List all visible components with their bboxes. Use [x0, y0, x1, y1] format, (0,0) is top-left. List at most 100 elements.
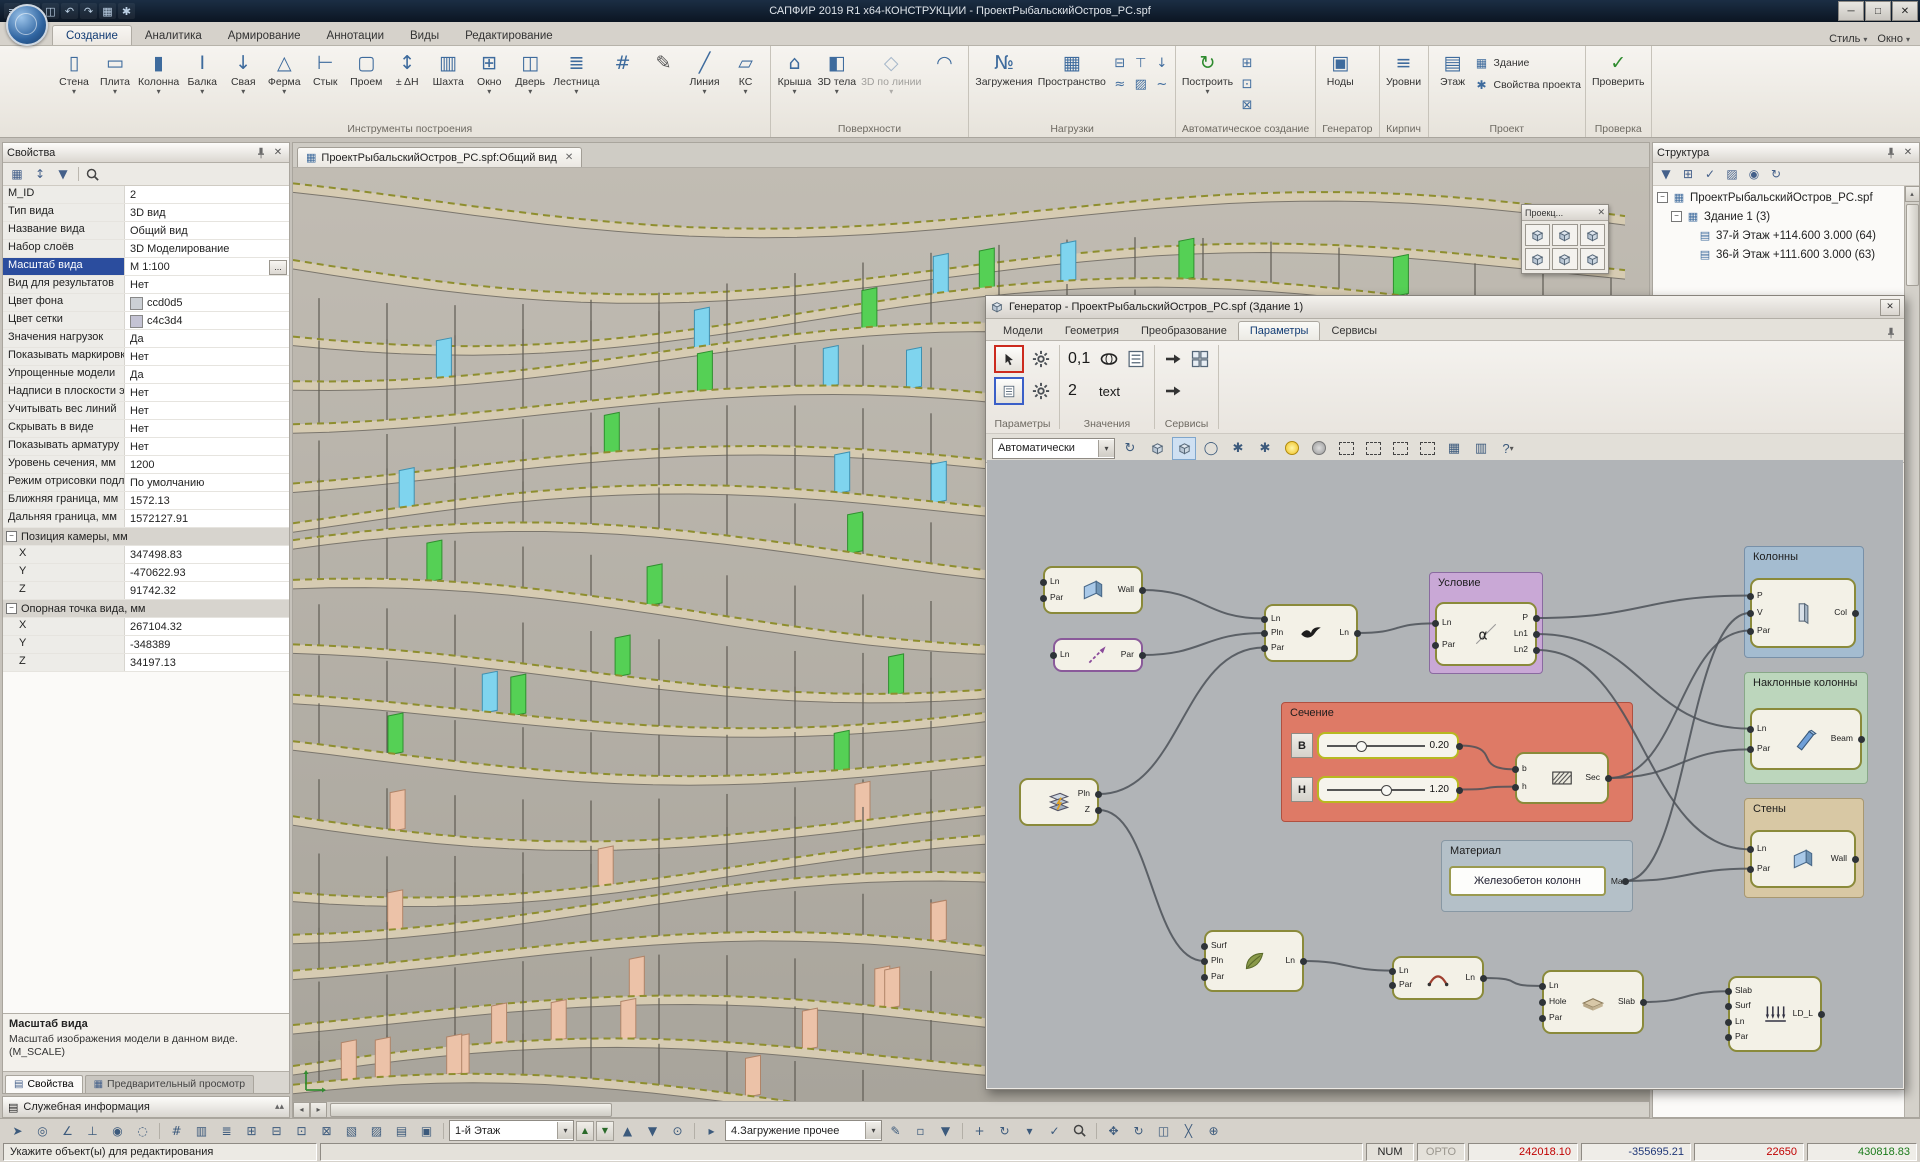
property-value[interactable]: 1572127.91: [125, 510, 289, 527]
ribbon-button-Здание[interactable]: ▦Здание: [1474, 53, 1581, 72]
ribbon-button-grid-icon[interactable]: #: [603, 48, 643, 76]
ribbon-button-Проверить[interactable]: ✓Проверить: [1590, 48, 1647, 88]
ribbon-tab-3[interactable]: Армирование: [215, 26, 314, 45]
ribbon-button-Шахта[interactable]: ▥Шахта: [428, 48, 468, 88]
output-port[interactable]: [1095, 791, 1102, 798]
ribbon-button-Ферма[interactable]: △Ферма▾: [264, 48, 304, 96]
output-port[interactable]: [1533, 615, 1540, 622]
chevron-down-icon[interactable]: ▾: [865, 1122, 881, 1139]
property-value[interactable]: 3D вид: [125, 204, 289, 221]
material-node[interactable]: Железобетон колоннMat: [1449, 866, 1625, 896]
ribbon-button-± ΔH[interactable]: ↕± ΔH: [387, 48, 427, 88]
property-row[interactable]: Дальняя граница, мм1572127.91: [3, 510, 289, 528]
box4-icon[interactable]: ⊠: [315, 1120, 338, 1142]
service-info-bar[interactable]: ▤ Служебная информация ▴▴: [2, 1096, 290, 1118]
lock-icon[interactable]: ⊙: [666, 1120, 689, 1142]
pin-icon[interactable]: [254, 146, 268, 159]
property-value[interactable]: Нет: [125, 420, 289, 437]
property-value[interactable]: ccd0d5: [125, 294, 289, 311]
output-port[interactable]: [1605, 775, 1612, 782]
tree-item[interactable]: ▤37-й Этаж +114.600 3.000 (64): [1653, 226, 1904, 245]
close-icon[interactable]: ✕: [565, 152, 573, 163]
output-port[interactable]: [1354, 630, 1361, 637]
property-value[interactable]: М 1:100...: [125, 258, 289, 275]
search-icon[interactable]: [84, 166, 101, 183]
ribbon-button-Дверь[interactable]: ◫Дверь▾: [510, 48, 550, 96]
select-window-icon[interactable]: [1334, 437, 1358, 460]
close-button[interactable]: ✕: [1892, 1, 1918, 21]
gear-icon[interactable]: [1031, 381, 1051, 401]
projection-view-icon[interactable]: [1580, 248, 1605, 270]
ribbon-button-КС[interactable]: ▱КС▾: [726, 48, 766, 96]
water-icon[interactable]: ~: [1151, 73, 1173, 95]
scroll-up-icon[interactable]: ▴: [1905, 186, 1920, 202]
input-port[interactable]: [1747, 726, 1754, 733]
structure-vscrollbar[interactable]: ▴: [1904, 186, 1919, 1117]
property-value[interactable]: 3D Моделирование: [125, 240, 289, 257]
generator-tab-geometry[interactable]: Геометрия: [1054, 322, 1130, 340]
redo-icon[interactable]: ↷: [80, 3, 97, 19]
ribbon-button-Ноды[interactable]: ▣Ноды: [1320, 48, 1360, 88]
output-port[interactable]: [1300, 958, 1307, 965]
ribbon-button-Проем[interactable]: ▢Проем: [346, 48, 386, 88]
output-port[interactable]: [1852, 856, 1859, 863]
material-value[interactable]: Железобетон колонн: [1449, 866, 1606, 896]
input-port[interactable]: [1512, 784, 1519, 791]
property-row[interactable]: Z91742.32: [3, 582, 289, 600]
ribbon-button-Уровни[interactable]: ≡Уровни: [1384, 48, 1424, 88]
generator-tab-parameters[interactable]: Параметры: [1238, 321, 1321, 340]
collapse-icon[interactable]: ▴▴: [275, 1102, 284, 1112]
settings-icon[interactable]: ✱: [118, 3, 135, 19]
property-row[interactable]: X267104.32: [3, 618, 289, 636]
generator-tab-transform[interactable]: Преобразование: [1130, 322, 1238, 340]
input-port[interactable]: [1389, 968, 1396, 975]
eye-icon[interactable]: ◉: [1745, 166, 1763, 183]
table-icon[interactable]: ▦: [7, 165, 27, 184]
app-logo-icon[interactable]: [6, 4, 48, 46]
property-group-row[interactable]: −Опорная точка вида, мм: [3, 600, 289, 618]
input-port[interactable]: [1261, 630, 1268, 637]
property-value[interactable]: -470622.93: [125, 564, 289, 581]
ribbon-button-Балка[interactable]: ⅠБалка▾: [182, 48, 222, 96]
ribbon-tab-2[interactable]: Аналитика: [132, 26, 215, 45]
projection-view-icon[interactable]: [1552, 248, 1577, 270]
value-list-icon[interactable]: [1126, 349, 1146, 369]
generator-tab-services[interactable]: Сервисы: [1320, 322, 1388, 340]
output-port[interactable]: [1456, 787, 1463, 794]
output-port[interactable]: [1480, 975, 1487, 982]
property-row[interactable]: X347498.83: [3, 546, 289, 564]
gear-icon[interactable]: [1031, 349, 1051, 369]
box1-icon[interactable]: ⊞: [240, 1120, 263, 1142]
ribbon-tab-1[interactable]: Создание: [52, 25, 132, 45]
input-port[interactable]: [1261, 616, 1268, 623]
ribbon-button-Стык[interactable]: ⊢Стык: [305, 48, 345, 88]
property-value[interactable]: Нет: [125, 276, 289, 293]
bulb-off-icon[interactable]: [1307, 437, 1331, 460]
ribbon-button-3D тела[interactable]: ◧3D тела▾: [816, 48, 859, 96]
output-port[interactable]: [1533, 631, 1540, 638]
perp-icon[interactable]: ⊥: [81, 1120, 104, 1142]
floor-down-button[interactable]: ▼: [596, 1121, 614, 1141]
property-value[interactable]: c4c3d4: [125, 312, 289, 329]
edit-icon[interactable]: ✎: [884, 1120, 907, 1142]
output-port[interactable]: [1095, 807, 1102, 814]
projection-view-icon[interactable]: [1525, 248, 1550, 270]
export-arrow-icon[interactable]: [1163, 349, 1183, 369]
snap-node-icon[interactable]: ◉: [106, 1120, 129, 1142]
output-port[interactable]: [1852, 610, 1859, 617]
input-port[interactable]: [1261, 645, 1268, 652]
box6-icon[interactable]: ▨: [365, 1120, 388, 1142]
property-value[interactable]: Нет: [125, 348, 289, 365]
add-building-icon[interactable]: ⊞: [1679, 166, 1697, 183]
undo-icon[interactable]: ↶: [61, 3, 78, 19]
check-building-icon[interactable]: ✓: [1701, 166, 1719, 183]
pin-icon[interactable]: [1884, 326, 1898, 340]
property-row[interactable]: Y-348389: [3, 636, 289, 654]
scroll-right-icon[interactable]: ▸: [310, 1102, 327, 1118]
close-icon[interactable]: ✕: [271, 146, 285, 159]
loadcase-select[interactable]: 4.Загружение прочее▾: [725, 1120, 882, 1141]
pick-parameter-button[interactable]: [994, 345, 1024, 373]
output-port[interactable]: [1622, 878, 1629, 885]
ribbon-button-Свойства проекта[interactable]: ✱Свойства проекта: [1474, 75, 1581, 94]
close-icon[interactable]: ✕: [1901, 146, 1915, 159]
